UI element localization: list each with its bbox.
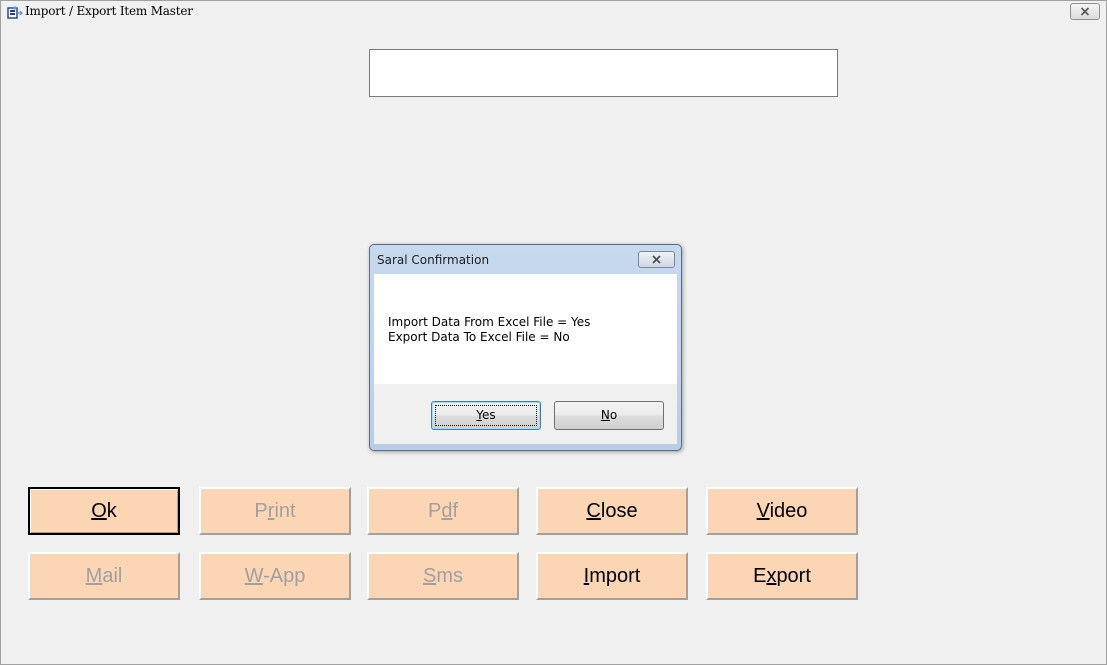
mail-button[interactable]: Mail <box>28 552 180 600</box>
dialog-title: Saral Confirmation <box>377 253 490 267</box>
print-button[interactable]: Print <box>199 487 351 535</box>
sms-button[interactable]: Sms <box>367 552 519 600</box>
close-icon <box>1080 7 1090 16</box>
confirmation-dialog: Saral Confirmation Import Data From Exce… <box>369 244 682 451</box>
status-text-field[interactable] <box>369 49 838 97</box>
mnemonic-key: N <box>600 408 610 422</box>
window-titlebar[interactable]: Import / Export Item Master <box>1 1 1106 23</box>
export-button[interactable]: Export <box>706 552 858 600</box>
close-icon <box>652 255 661 264</box>
dialog-message-line-1: Import Data From Excel File = Yes <box>388 315 591 329</box>
import-export-window: Import / Export Item Master Saral Confir… <box>0 0 1107 665</box>
dialog-yes-button[interactable]: Yes <box>431 401 541 430</box>
ok-button[interactable]: Ok <box>28 487 180 535</box>
focus-indicator <box>435 405 537 426</box>
dialog-message-line-2: Export Data To Excel File = No <box>388 330 570 344</box>
close-button[interactable]: Close <box>536 487 688 535</box>
window-close-button[interactable] <box>1070 3 1100 20</box>
pdf-button[interactable]: Pdf <box>367 487 519 535</box>
dialog-message-area: Import Data From Excel File = Yes Export… <box>374 274 677 384</box>
window-title: Import / Export Item Master <box>25 4 193 18</box>
video-button[interactable]: Video <box>706 487 858 535</box>
app-icon <box>7 5 23 19</box>
dialog-no-button[interactable]: No <box>554 401 664 430</box>
dialog-button-bar: Yes No <box>374 384 677 444</box>
import-button[interactable]: Import <box>536 552 688 600</box>
dialog-close-button[interactable] <box>638 251 675 268</box>
whatsapp-button[interactable]: W-App <box>199 552 351 600</box>
